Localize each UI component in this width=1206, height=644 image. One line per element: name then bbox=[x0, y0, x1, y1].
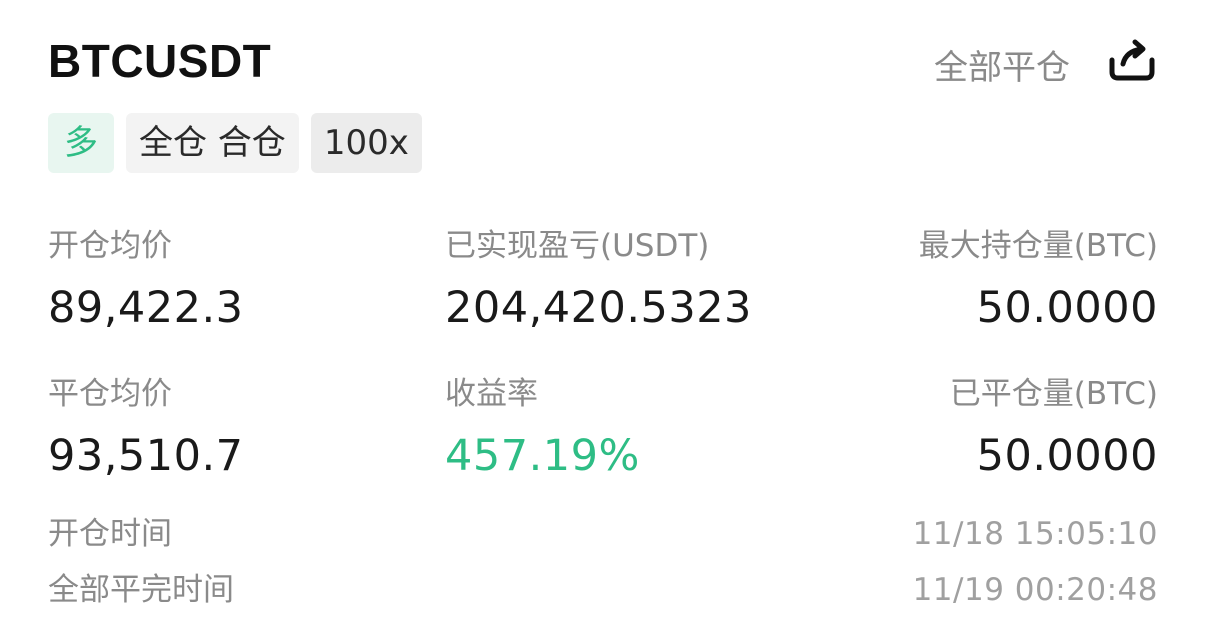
max-position: 最大持仓量(BTC) 50.0000 bbox=[919, 224, 1158, 338]
close-avg-price-label: 平仓均价 bbox=[48, 376, 172, 412]
position-times: 开仓时间 11/18 15:05:10 全部平完时间 11/19 00:20:4… bbox=[48, 512, 1158, 624]
open-avg-price: 开仓均价 89,422.3 bbox=[48, 224, 243, 338]
realized-pnl: 已实现盈亏(USDT) 204,420.5323 bbox=[445, 224, 752, 338]
close-time-label: 全部平完时间 bbox=[48, 572, 234, 608]
close-avg-price-value: 93,510.7 bbox=[48, 431, 244, 481]
close-time-value: 11/19 00:20:48 bbox=[912, 572, 1158, 608]
open-time-row: 开仓时间 11/18 15:05:10 bbox=[48, 512, 1158, 568]
margin-mode-tag: 全仓 合仓 bbox=[126, 113, 299, 173]
open-avg-price-value: 89,422.3 bbox=[48, 283, 244, 333]
closed-amount: 已平仓量(BTC) 50.0000 bbox=[950, 372, 1158, 486]
side-tag: 多 bbox=[48, 113, 114, 173]
stats-row: 平仓均价 93,510.7 收益率 457.19% 已平仓量(BTC) 50.0… bbox=[48, 372, 1158, 520]
close-time-row: 全部平完时间 11/19 00:20:48 bbox=[48, 568, 1158, 624]
position-stats: 开仓均价 89,422.3 已实现盈亏(USDT) 204,420.5323 最… bbox=[48, 224, 1158, 520]
symbol-title: BTCUSDT bbox=[48, 35, 272, 87]
close-all-button[interactable]: 全部平仓 bbox=[934, 40, 1070, 89]
stats-row: 开仓均价 89,422.3 已实现盈亏(USDT) 204,420.5323 最… bbox=[48, 224, 1158, 372]
realized-pnl-label: 已实现盈亏(USDT) bbox=[445, 228, 710, 264]
position-tags: 多 全仓 合仓 100x bbox=[48, 113, 422, 173]
closed-amount-label: 已平仓量(BTC) bbox=[949, 376, 1158, 412]
max-position-value: 50.0000 bbox=[976, 283, 1158, 333]
position-header: BTCUSDT 全部平仓 bbox=[48, 30, 1158, 94]
open-time-label: 开仓时间 bbox=[48, 516, 172, 552]
share-icon[interactable] bbox=[1106, 34, 1158, 86]
realized-pnl-value: 204,420.5323 bbox=[445, 283, 752, 333]
roi: 收益率 457.19% bbox=[445, 372, 640, 486]
closed-amount-value: 50.0000 bbox=[976, 431, 1158, 481]
open-time-value: 11/18 15:05:10 bbox=[912, 516, 1158, 552]
open-avg-price-label: 开仓均价 bbox=[48, 228, 172, 264]
roi-value: 457.19% bbox=[445, 431, 640, 481]
leverage-tag: 100x bbox=[310, 113, 422, 173]
close-avg-price: 平仓均价 93,510.7 bbox=[48, 372, 243, 486]
roi-label: 收益率 bbox=[445, 376, 538, 412]
max-position-label: 最大持仓量(BTC) bbox=[918, 228, 1158, 264]
